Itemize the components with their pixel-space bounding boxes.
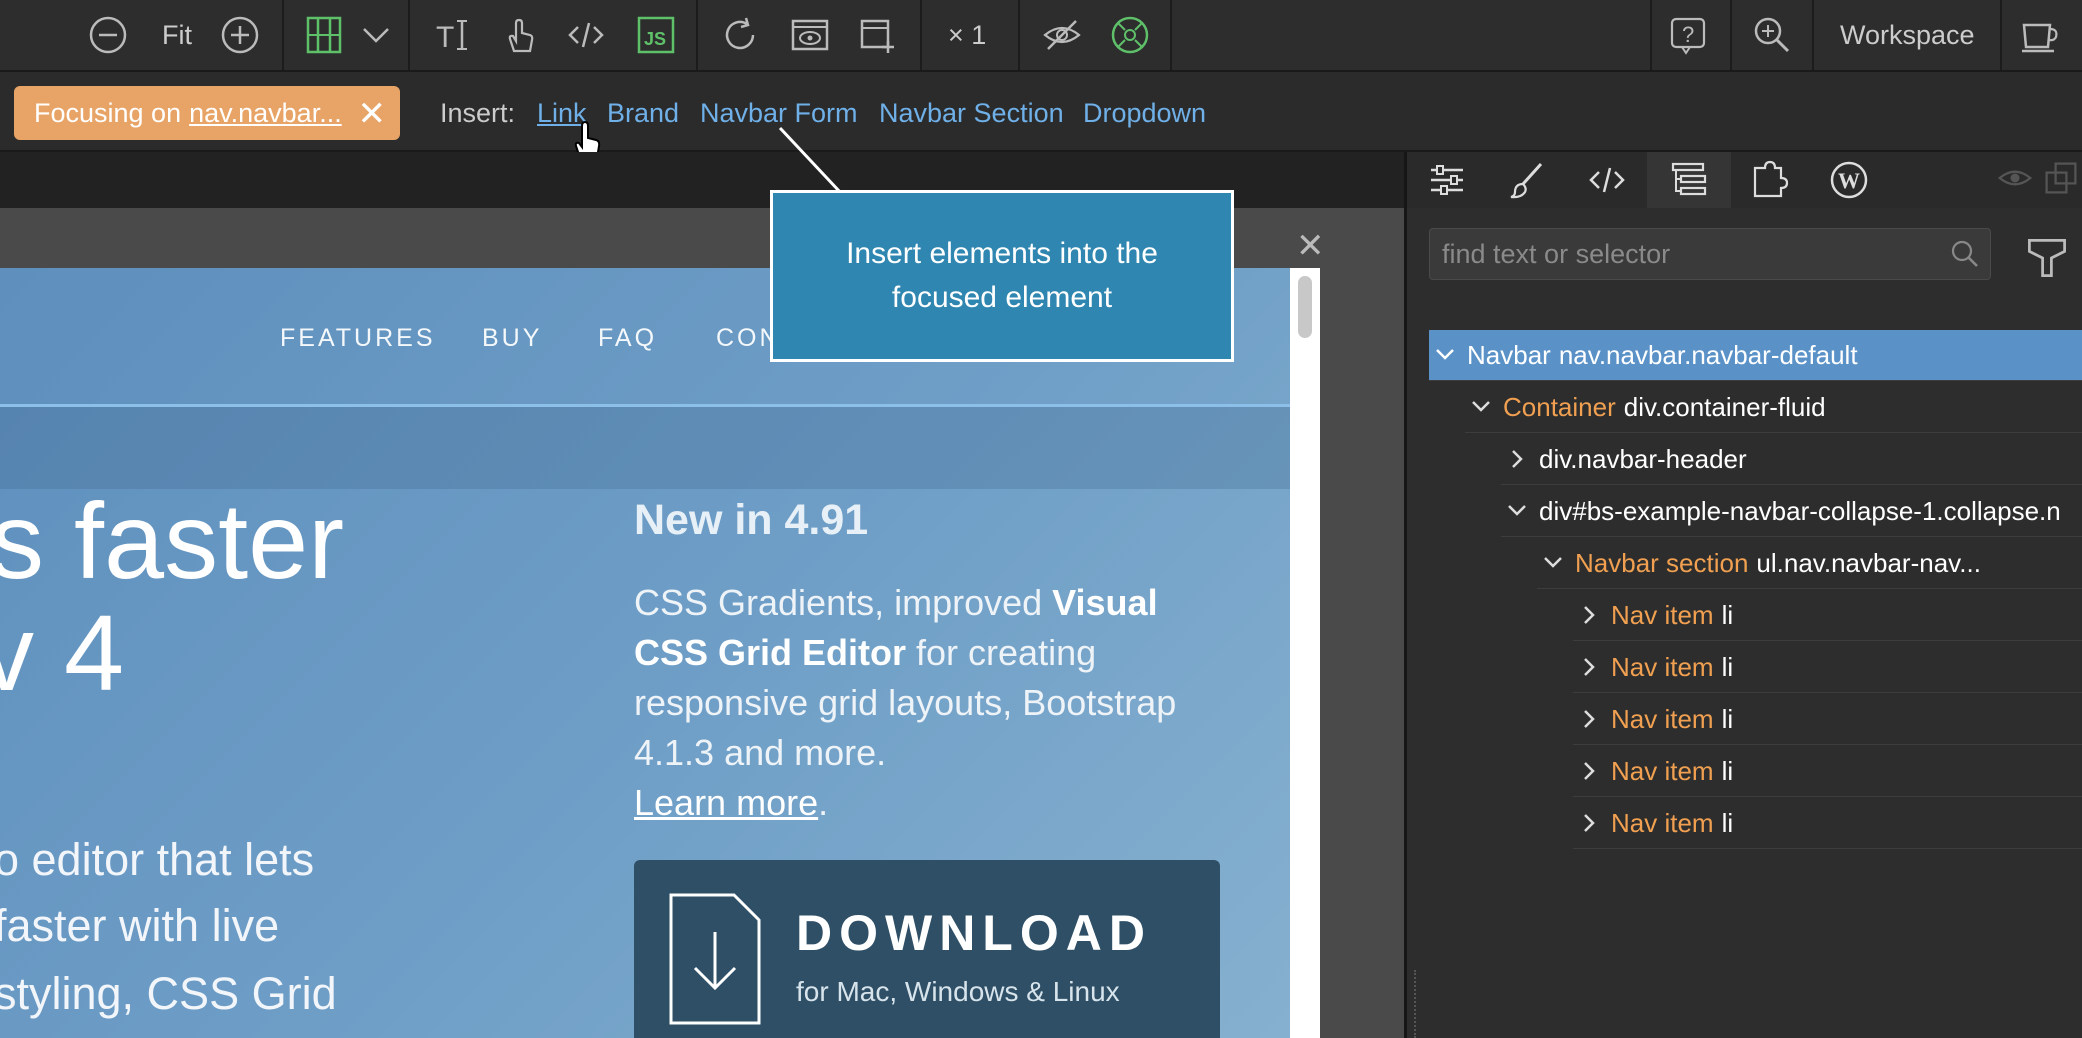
svg-text:JS: JS (644, 29, 666, 49)
tree-row-navbar-section[interactable]: Navbar section ul.nav.navbar-nav... (1537, 538, 2082, 589)
eye-icon[interactable] (1997, 160, 2033, 196)
tree-row-navbar[interactable]: Navbar nav.navbar.navbar-default (1429, 330, 2082, 381)
tooltip-line2: focused element (891, 281, 1113, 314)
insert-link-brand[interactable]: Brand (607, 98, 679, 129)
insert-link-navbar-form[interactable]: Navbar Form (700, 98, 858, 129)
new-version-title: New in 4.91 (634, 496, 869, 544)
js-icon[interactable]: JS (636, 15, 676, 55)
learn-more-link[interactable]: Learn more (634, 782, 818, 823)
search-input[interactable] (1440, 235, 1924, 273)
chevron-right-icon[interactable] (1573, 755, 1605, 787)
tree-row-nav-item[interactable]: Nav item li (1573, 798, 2082, 849)
chevron-right-icon[interactable] (1573, 651, 1605, 683)
code-view-icon[interactable] (1587, 160, 1627, 200)
focus-insert-bar: Focusing on nav.navbar... ✕ Insert: Link… (0, 72, 2082, 159)
preview-nav-features[interactable]: FEATURES (280, 324, 436, 353)
element-tree-icon[interactable] (1669, 160, 1709, 200)
preview-band (0, 407, 1290, 489)
right-panel: W Navbarnav.navbar.navbar-default Contai… (1404, 152, 2082, 1038)
svg-text:T: T (436, 21, 454, 54)
tree-row-nav-item[interactable]: Nav item li (1573, 642, 2082, 693)
zoom-in-icon[interactable] (220, 15, 260, 55)
preview-icon[interactable] (790, 15, 830, 55)
hero-body-line1: o editor that lets (0, 834, 315, 885)
chevron-down-icon[interactable] (356, 15, 396, 55)
settings-sliders-icon[interactable] (1427, 160, 1467, 200)
tree-row-nav-item[interactable]: Nav item li (1573, 746, 2082, 797)
preview-nav-faq[interactable]: FAQ (598, 324, 657, 353)
tree-row-nav-item[interactable]: Nav item li (1573, 694, 2082, 745)
add-page-icon[interactable] (858, 15, 898, 55)
visibility-icon[interactable] (1042, 15, 1082, 55)
main-toolbar: Fit T JS × 1 ? Workspace (0, 0, 2082, 72)
chevron-down-icon[interactable] (1465, 391, 1497, 423)
focus-selector-link[interactable]: nav.navbar... (189, 98, 342, 129)
focus-label: Focusing on (34, 97, 182, 128)
tree-row-navbar-header[interactable]: div.navbar-header (1501, 434, 2082, 485)
insert-label: Insert: (440, 98, 516, 128)
puzzle-plugin-icon[interactable] (1749, 160, 1789, 200)
hero-body-line2: faster with live (0, 900, 280, 951)
download-button[interactable]: DOWNLOAD for Mac, Windows & Linux (634, 860, 1220, 1038)
new-version-description: CSS Gradients, improved Visual CSS Grid … (634, 582, 1177, 823)
panel-resize-grip[interactable] (1414, 970, 1420, 1038)
svg-text:W: W (1838, 168, 1860, 193)
text-tool-icon[interactable]: T (434, 15, 474, 55)
download-subtitle: for Mac, Windows & Linux (796, 976, 1120, 1007)
canvas-close-icon[interactable]: ✕ (1296, 226, 1325, 266)
duplicate-icon[interactable] (2043, 160, 2079, 196)
download-title: DOWNLOAD (796, 905, 1152, 961)
svg-text:?: ? (1682, 22, 1694, 47)
coffee-icon[interactable] (2020, 15, 2060, 55)
download-file-icon (669, 893, 761, 1025)
right-panel-tabs: W (1407, 152, 2082, 208)
search-icon[interactable] (1950, 239, 1980, 269)
hero-heading-line2: v 4 (0, 592, 125, 713)
hero-heading-line1: s faster (0, 480, 345, 601)
preview-scrollbar[interactable] (1290, 268, 1320, 1038)
multiplier-label[interactable]: × 1 (948, 20, 986, 51)
tree-row-container[interactable]: Container div.container-fluid (1465, 382, 2082, 433)
wordpress-icon[interactable]: W (1829, 160, 1869, 200)
insert-link-navbar-section[interactable]: Navbar Section (879, 98, 1064, 129)
chevron-down-icon[interactable] (1537, 547, 1569, 579)
zoom-fit-label[interactable]: Fit (162, 20, 192, 51)
grid-editor-icon[interactable] (304, 15, 344, 55)
page-preview[interactable]: FEATURES BUY FAQ CON s faster v 4 o edit… (0, 268, 1290, 1038)
insert-tooltip: Insert elements into the focused element (770, 190, 1234, 362)
zoom-search-icon[interactable] (1752, 15, 1792, 55)
preview-nav-buy[interactable]: BUY (482, 324, 542, 353)
code-icon[interactable] (566, 15, 606, 55)
close-icon[interactable]: ✕ (358, 94, 387, 134)
responsive-icon[interactable] (1110, 15, 1150, 55)
chevron-right-icon[interactable] (1573, 807, 1605, 839)
tree-row-nav-item[interactable]: Nav item li (1573, 590, 2082, 641)
chevron-right-icon[interactable] (1573, 599, 1605, 631)
interact-hand-icon[interactable] (500, 15, 540, 55)
brush-icon[interactable] (1507, 160, 1547, 200)
chevron-down-icon[interactable] (1429, 339, 1461, 371)
focus-badge[interactable]: Focusing on nav.navbar... ✕ (14, 86, 400, 140)
selector-search (1429, 228, 1991, 280)
chevron-right-icon[interactable] (1573, 703, 1605, 735)
zoom-out-icon[interactable] (88, 15, 128, 55)
preview-scrollbar-thumb[interactable] (1298, 276, 1312, 338)
chevron-right-icon[interactable] (1501, 443, 1533, 475)
help-icon[interactable]: ? (1668, 15, 1708, 55)
hero-body-line3: styling, CSS Grid (0, 968, 337, 1019)
chevron-down-icon[interactable] (1501, 495, 1533, 527)
paint-roller-icon[interactable] (2025, 236, 2069, 280)
tree-row-collapse[interactable]: div#bs-example-navbar-collapse-1.collaps… (1501, 486, 2082, 537)
refresh-icon[interactable] (720, 15, 760, 55)
workspace-menu[interactable]: Workspace (1840, 20, 1975, 51)
tooltip-line1: Insert elements into the (846, 237, 1158, 270)
insert-link-dropdown[interactable]: Dropdown (1083, 98, 1206, 129)
